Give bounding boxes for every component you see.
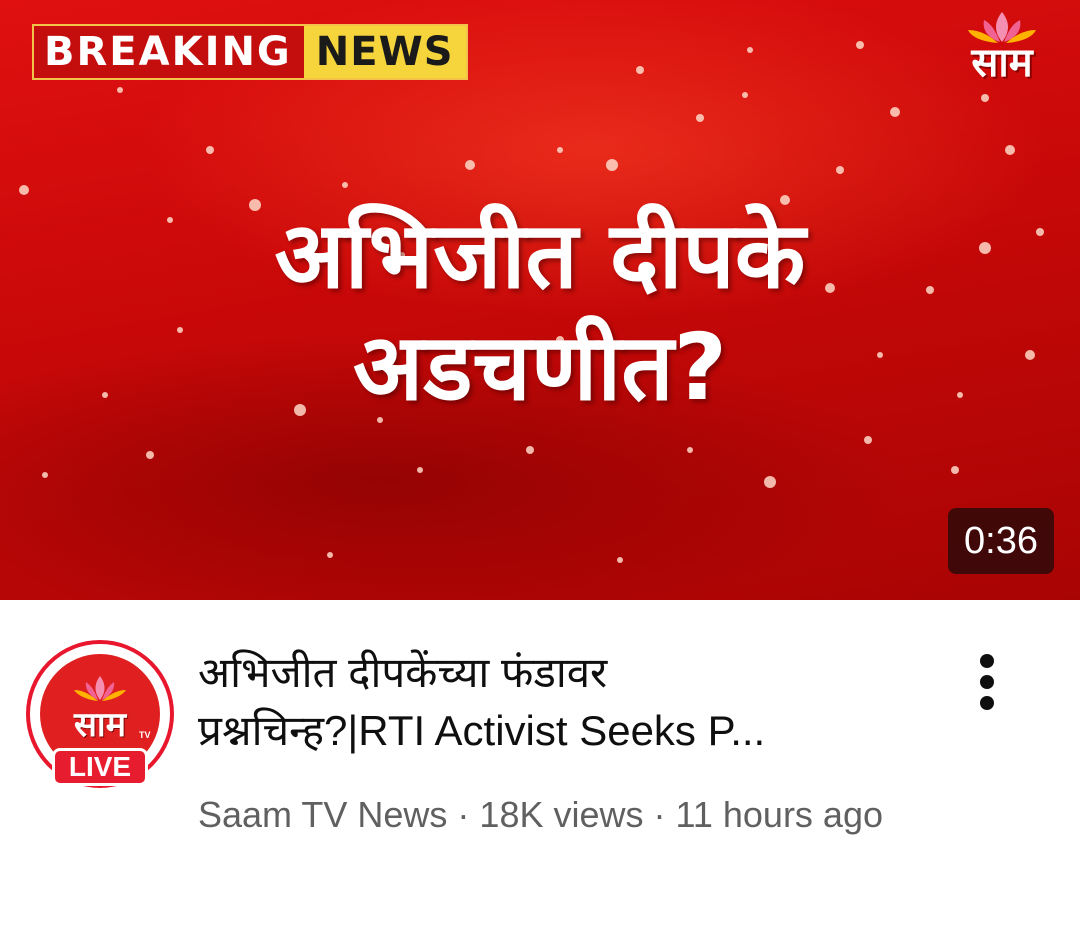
breaking-label: BREAKING bbox=[34, 26, 304, 78]
video-title-line-1: अभिजीत दीपकेंच्या फंडावर bbox=[198, 649, 608, 696]
live-badge: LIVE bbox=[52, 748, 148, 786]
video-title-line-2: प्रश्नचिन्ह?|RTI Activist Seeks P... bbox=[198, 707, 766, 754]
channel-name[interactable]: Saam TV News bbox=[198, 794, 447, 835]
video-info: साम TV LIVE अभिजीत दीपकेंच्या फंडावर प्र… bbox=[0, 600, 1080, 944]
video-metadata: Saam TV News · 18K views · 11 hours ago bbox=[198, 794, 998, 836]
published-time: 11 hours ago bbox=[675, 794, 884, 835]
separator: · bbox=[653, 794, 666, 835]
view-count: 18K views bbox=[479, 794, 644, 835]
menu-dot bbox=[980, 675, 994, 689]
separator: · bbox=[457, 794, 470, 835]
tv-mark: TV bbox=[139, 730, 151, 740]
video-title[interactable]: अभिजीत दीपकेंच्या फंडावर प्रश्नचिन्ह?|RT… bbox=[198, 644, 938, 760]
menu-dot bbox=[980, 696, 994, 710]
channel-logo: साम bbox=[956, 8, 1048, 94]
channel-avatar[interactable]: साम TV LIVE bbox=[26, 640, 174, 788]
more-vert-icon[interactable] bbox=[960, 650, 1014, 714]
video-thumbnail[interactable]: BREAKING NEWS साम अभिजीत दीपके अडचणीत? 0… bbox=[0, 0, 1080, 600]
channel-logo-text: साम bbox=[971, 40, 1033, 86]
duration-badge: 0:36 bbox=[948, 508, 1054, 574]
headline-line-2: अडचणीत? bbox=[352, 314, 728, 421]
news-label: NEWS bbox=[303, 26, 466, 78]
thumbnail-headline: अभिजीत दीपके अडचणीत? bbox=[120, 200, 960, 424]
menu-dot bbox=[980, 654, 994, 668]
headline-line-1: अभिजीत दीपके bbox=[274, 202, 806, 309]
breaking-news-banner: BREAKING NEWS bbox=[32, 24, 468, 80]
